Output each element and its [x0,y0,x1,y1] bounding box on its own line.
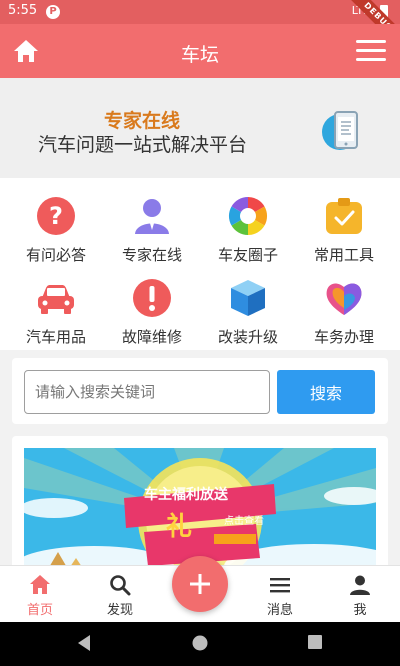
hamburger-menu-icon [356,40,386,43]
add-button[interactable] [172,556,228,612]
page-title: 车坛 [180,44,219,66]
grid-item-label: 汽车用品 [25,328,86,346]
plus-icon [190,574,210,594]
promo-title: 车主福利放送 [144,487,228,503]
grid-item-label: 车务办理 [313,328,374,346]
car-icon [38,285,74,314]
system-navigation-bar [0,622,400,666]
nav-label: 我 [353,603,367,618]
grid-item-tools[interactable]: 常用工具 [294,182,394,264]
recents-icon[interactable] [307,634,323,650]
promo-click-label: 点击查看 [224,516,264,527]
search-button[interactable]: 搜索 [277,370,375,414]
promo-card: 车主福利放送 礼 点击查看 [12,436,388,576]
hero-headline: 专家在线 [104,110,181,132]
nav-label: 消息 [266,603,293,618]
grid-item-car-supplies[interactable]: 汽车用品 [6,264,106,346]
heart-shapes-icon [326,283,362,315]
app-screen: 5:55 P LTE DEBUG 车坛 专家在线 汽车问题一站式解决平台 [0,0,400,666]
grid-item-label: 改装升级 [217,328,278,346]
back-icon[interactable] [76,634,92,652]
hero-banner[interactable]: 专家在线 汽车问题一站式解决平台 [0,78,400,178]
hamburger-menu-icon-line [356,49,386,52]
grid-item-affairs[interactable]: 车务办理 [294,264,394,346]
grid-item-qa[interactable]: ? 有问必答 [6,182,106,264]
svg-text:?: ? [49,202,63,230]
nav-item-messages[interactable]: 消息 [240,566,320,623]
person-icon [350,575,370,595]
search-icon [110,575,131,596]
nav-label: 发现 [106,603,133,618]
grid-item-label: 故障维修 [121,328,182,346]
app-bar: 车坛 [0,24,400,78]
nav-item-home[interactable]: 首页 [0,566,80,623]
nav-item-discover[interactable]: 发现 [80,566,160,623]
search-card: 搜索 [12,358,388,424]
grid-item-label: 常用工具 [313,246,374,264]
nav-item-me[interactable]: 我 [320,566,400,623]
clipboard-check-icon [326,198,362,234]
hero-subtitle: 汽车问题一站式解决平台 [38,134,248,156]
grid-item-expert[interactable]: 专家在线 [102,182,202,264]
hamburger-menu-icon-line [356,58,386,61]
grid-item-label: 有问必答 [25,246,86,264]
phone-document-icon [322,111,358,150]
status-bar: 5:55 P LTE DEBUG [0,0,400,58]
search-input[interactable] [24,370,270,414]
home-icon [14,40,38,62]
nav-label: 首页 [26,603,53,618]
grid-item-label: 车友圈子 [217,246,278,264]
grid-item-label: 专家在线 [121,246,182,264]
promo-gift-char: 礼 [166,512,193,542]
expert-icon [135,199,169,234]
question-icon: ? [37,197,75,235]
grid-item-modify[interactable]: 改装升级 [198,264,298,346]
status-time: 5:55 [8,3,38,18]
list-icon [270,578,290,593]
warning-icon [133,279,171,317]
grid-item-community[interactable]: 车友圈子 [198,182,298,264]
feature-grid: ? 有问必答 专家在线 车友圈子 常用工具 汽车用品 故障维修 改装升级 车务办… [0,178,400,350]
home-circle-icon[interactable] [191,634,209,652]
box-icon [231,280,265,316]
menu-button[interactable] [356,40,386,62]
grid-item-repair[interactable]: 故障维修 [102,264,202,346]
notification-p-icon: P [46,5,60,19]
home-icon [30,575,50,594]
aperture-icon [228,196,268,236]
home-button[interactable] [12,38,40,64]
